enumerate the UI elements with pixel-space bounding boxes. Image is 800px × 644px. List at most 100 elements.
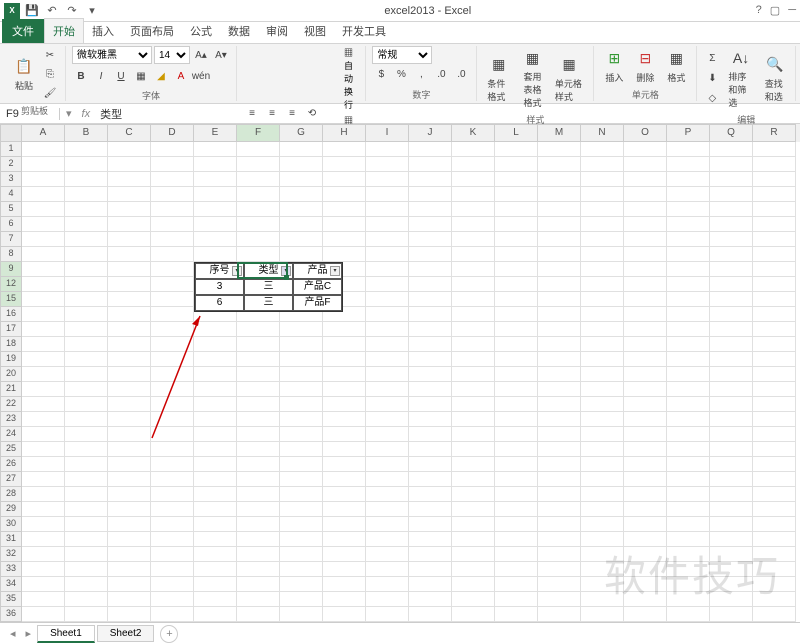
cell[interactable]	[710, 292, 753, 307]
cell[interactable]	[753, 517, 796, 532]
cell[interactable]	[538, 157, 581, 172]
cell[interactable]	[495, 487, 538, 502]
cell[interactable]	[280, 367, 323, 382]
cell[interactable]	[366, 397, 409, 412]
cell[interactable]	[624, 157, 667, 172]
cell[interactable]	[65, 187, 108, 202]
cell[interactable]	[280, 232, 323, 247]
cell[interactable]	[22, 607, 65, 622]
cell[interactable]	[366, 292, 409, 307]
cell[interactable]	[108, 562, 151, 577]
col-header[interactable]: R	[753, 124, 796, 142]
cell[interactable]	[151, 382, 194, 397]
cell[interactable]	[667, 562, 710, 577]
cell[interactable]	[495, 262, 538, 277]
cell[interactable]	[581, 517, 624, 532]
cell[interactable]	[753, 547, 796, 562]
cell[interactable]	[753, 172, 796, 187]
cell[interactable]	[409, 202, 452, 217]
row-header[interactable]: 2	[0, 157, 22, 172]
cell[interactable]	[65, 232, 108, 247]
cell[interactable]	[194, 217, 237, 232]
cell[interactable]	[409, 142, 452, 157]
cell[interactable]	[194, 427, 237, 442]
cell[interactable]	[366, 532, 409, 547]
cell[interactable]	[495, 457, 538, 472]
cell[interactable]	[581, 397, 624, 412]
cell[interactable]	[323, 577, 366, 592]
cell[interactable]	[366, 262, 409, 277]
font-color-button[interactable]: A	[172, 67, 190, 85]
cell[interactable]	[581, 262, 624, 277]
cell[interactable]	[452, 217, 495, 232]
cell[interactable]	[22, 247, 65, 262]
cell[interactable]	[323, 412, 366, 427]
cell[interactable]	[581, 577, 624, 592]
cell[interactable]	[538, 487, 581, 502]
cell[interactable]	[581, 247, 624, 262]
row-header[interactable]: 7	[0, 232, 22, 247]
cell[interactable]	[409, 442, 452, 457]
cell[interactable]	[538, 352, 581, 367]
cell[interactable]	[624, 532, 667, 547]
cell[interactable]	[452, 442, 495, 457]
cell[interactable]	[194, 472, 237, 487]
cell[interactable]	[280, 532, 323, 547]
cell[interactable]	[280, 517, 323, 532]
cell[interactable]	[151, 367, 194, 382]
col-header[interactable]: H	[323, 124, 366, 142]
sheet-tab-2[interactable]: Sheet2	[97, 625, 155, 642]
cell[interactable]	[452, 502, 495, 517]
cell[interactable]	[452, 232, 495, 247]
cell[interactable]	[409, 427, 452, 442]
cell[interactable]	[452, 487, 495, 502]
cell[interactable]	[22, 442, 65, 457]
cell[interactable]	[194, 547, 237, 562]
cell[interactable]	[194, 442, 237, 457]
cell[interactable]	[280, 352, 323, 367]
cell[interactable]	[538, 337, 581, 352]
row-header[interactable]: 17	[0, 322, 22, 337]
cell[interactable]	[624, 187, 667, 202]
cell[interactable]	[452, 427, 495, 442]
cell[interactable]	[65, 457, 108, 472]
row-header[interactable]: 4	[0, 187, 22, 202]
cell[interactable]	[22, 352, 65, 367]
cell[interactable]	[194, 562, 237, 577]
cell[interactable]	[22, 472, 65, 487]
format-painter-icon[interactable]: 🖌	[41, 84, 59, 102]
cell[interactable]	[538, 292, 581, 307]
cell[interactable]	[151, 592, 194, 607]
cell[interactable]	[495, 592, 538, 607]
cell[interactable]	[194, 382, 237, 397]
col-header[interactable]: M	[538, 124, 581, 142]
cell[interactable]	[366, 607, 409, 622]
cell[interactable]	[538, 547, 581, 562]
cell[interactable]	[237, 157, 280, 172]
cell[interactable]	[581, 142, 624, 157]
phonetic-button[interactable]: wén	[192, 67, 210, 85]
table-format-button[interactable]: ▦套用 表格格式	[517, 46, 548, 111]
cell[interactable]	[280, 337, 323, 352]
row-header[interactable]: 25	[0, 442, 22, 457]
cell[interactable]	[22, 457, 65, 472]
decrease-font-icon[interactable]: A▾	[212, 46, 230, 64]
cell[interactable]	[22, 502, 65, 517]
cell[interactable]	[280, 322, 323, 337]
cell[interactable]	[65, 367, 108, 382]
cell[interactable]	[753, 427, 796, 442]
table-cell[interactable]: 产品C	[293, 279, 342, 295]
cell[interactable]	[624, 247, 667, 262]
cell[interactable]	[151, 277, 194, 292]
cell[interactable]	[237, 577, 280, 592]
cell[interactable]	[624, 262, 667, 277]
cell[interactable]	[538, 607, 581, 622]
row-header[interactable]: 26	[0, 457, 22, 472]
formula-bar[interactable]: 类型	[94, 106, 800, 122]
cell[interactable]	[667, 157, 710, 172]
fill-color-button[interactable]: ◢	[152, 67, 170, 85]
cell[interactable]	[280, 472, 323, 487]
cell[interactable]	[22, 157, 65, 172]
cell[interactable]	[753, 607, 796, 622]
cell[interactable]	[151, 427, 194, 442]
